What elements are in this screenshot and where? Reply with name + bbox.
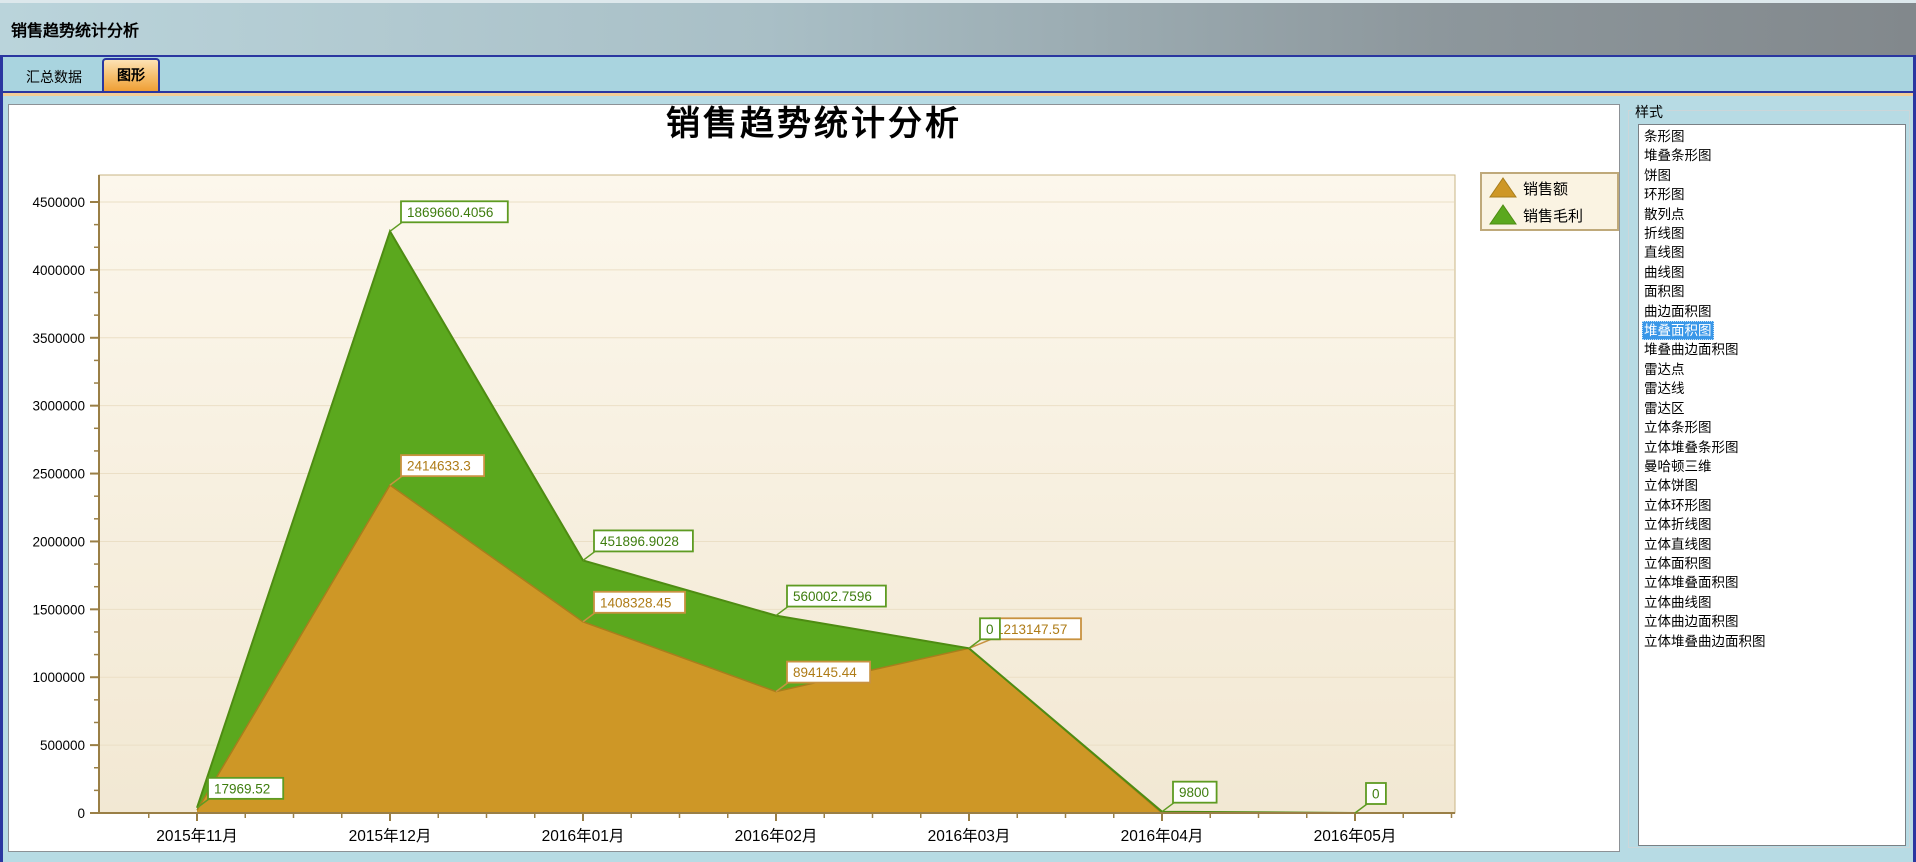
y-axis-tick-label: 0 [77,806,85,821]
style-list-item[interactable]: 曲线图 [1642,263,1905,282]
style-list-item[interactable]: 散列点 [1642,205,1905,224]
chart-style-listbox[interactable]: 条形图堆叠条形图饼图环形图散列点折线图直线图曲线图面积图曲边面积图堆叠面积图堆叠… [1638,124,1906,846]
style-list-item[interactable]: 直线图 [1642,243,1905,262]
svg-text:2414633.3: 2414633.3 [407,459,471,474]
legend-label: 销售毛利 [1523,208,1583,225]
y-axis-tick-label: 1000000 [32,670,85,685]
tab-graphic[interactable]: 图形 [102,58,160,91]
style-list-item[interactable]: 折线图 [1642,224,1905,243]
svg-text:560002.7596: 560002.7596 [793,589,872,604]
style-list-item[interactable]: 环形图 [1642,185,1905,204]
x-axis-tick-label: 2016年05月 [1314,827,1397,845]
sales-trend-chart: 0 500000 1000000 1500000 2000000 2500000 30000… [9,105,1619,851]
style-list-item[interactable]: 堆叠曲边面积图 [1642,340,1905,359]
style-list-item[interactable]: 立体环形图 [1642,496,1905,515]
style-list-item[interactable]: 雷达点 [1642,360,1905,379]
y-axis-tick-label: 1500000 [32,602,85,617]
legend-label: 销售额 [1523,181,1568,198]
svg-text:1213147.57: 1213147.57 [996,622,1067,637]
y-axis-tick-label: 2500000 [32,467,85,482]
x-axis-tick-label: 2016年02月 [735,827,818,845]
x-axis-tick-label: 2016年03月 [928,827,1011,845]
style-list-item[interactable]: 立体折线图 [1642,515,1905,534]
tab-strip: 汇总数据 图形 [0,55,1916,93]
style-list-item[interactable]: 立体堆叠条形图 [1642,438,1905,457]
tab-summary-data[interactable]: 汇总数据 [8,63,100,91]
svg-text:9800: 9800 [1179,785,1209,800]
y-axis-tick-label: 4500000 [32,195,85,210]
y-axis-tick-label: 3000000 [32,399,85,414]
style-list-item[interactable]: 堆叠面积图 [1642,321,1905,340]
svg-text:0: 0 [1372,787,1380,802]
style-list-item[interactable]: 立体饼图 [1642,476,1905,495]
svg-text:451896.9028: 451896.9028 [600,534,679,549]
y-axis-tick-label: 4000000 [32,263,85,278]
style-list-item[interactable]: 雷达区 [1642,399,1905,418]
svg-text:1408328.45: 1408328.45 [600,595,671,610]
style-list-item[interactable]: 曼哈顿三维 [1642,457,1905,476]
style-list-item[interactable]: 立体堆叠曲边面积图 [1642,632,1905,651]
style-list-item[interactable]: 雷达线 [1642,379,1905,398]
svg-text:17969.52: 17969.52 [214,781,270,796]
x-axis-tick-label: 2016年04月 [1121,827,1204,845]
svg-text:894145.44: 894145.44 [793,665,857,680]
y-axis-tick-label: 500000 [40,738,85,753]
style-groupbox-label: 样式 [1632,102,1666,122]
x-axis-tick-label: 2015年12月 [349,827,432,845]
x-axis-tick-label: 2015年11月 [156,827,238,845]
style-list-item[interactable]: 面积图 [1642,282,1905,301]
style-list-item[interactable]: 条形图 [1642,127,1905,146]
style-list-item[interactable]: 立体条形图 [1642,418,1905,437]
style-list-item[interactable]: 饼图 [1642,166,1905,185]
y-axis-tick-label: 2000000 [32,534,85,549]
style-list-item[interactable]: 立体曲线图 [1642,593,1905,612]
svg-text:1869660.4056: 1869660.4056 [407,205,493,220]
y-axis-tick-label: 3500000 [32,331,85,346]
svg-text:0: 0 [986,622,994,637]
chart-panel: 0 500000 1000000 1500000 2000000 2500000 30000… [8,104,1620,852]
style-list-item[interactable]: 堆叠条形图 [1642,146,1905,165]
x-axis-tick-label: 2016年01月 [542,827,625,845]
window-title: 销售趋势统计分析 [11,17,139,41]
chart-title: 销售趋势统计分析 [666,105,962,144]
style-list-item[interactable]: 立体曲边面积图 [1642,612,1905,631]
window-titlebar: 销售趋势统计分析 [0,0,1916,55]
style-list-item[interactable]: 立体面积图 [1642,554,1905,573]
style-list-item[interactable]: 立体堆叠面积图 [1642,573,1905,592]
style-list-item[interactable]: 立体直线图 [1642,535,1905,554]
style-list-item[interactable]: 曲边面积图 [1642,302,1905,321]
style-panel: 样式 条形图堆叠条形图饼图环形图散列点折线图直线图曲线图面积图曲边面积图堆叠面积… [1628,96,1912,856]
